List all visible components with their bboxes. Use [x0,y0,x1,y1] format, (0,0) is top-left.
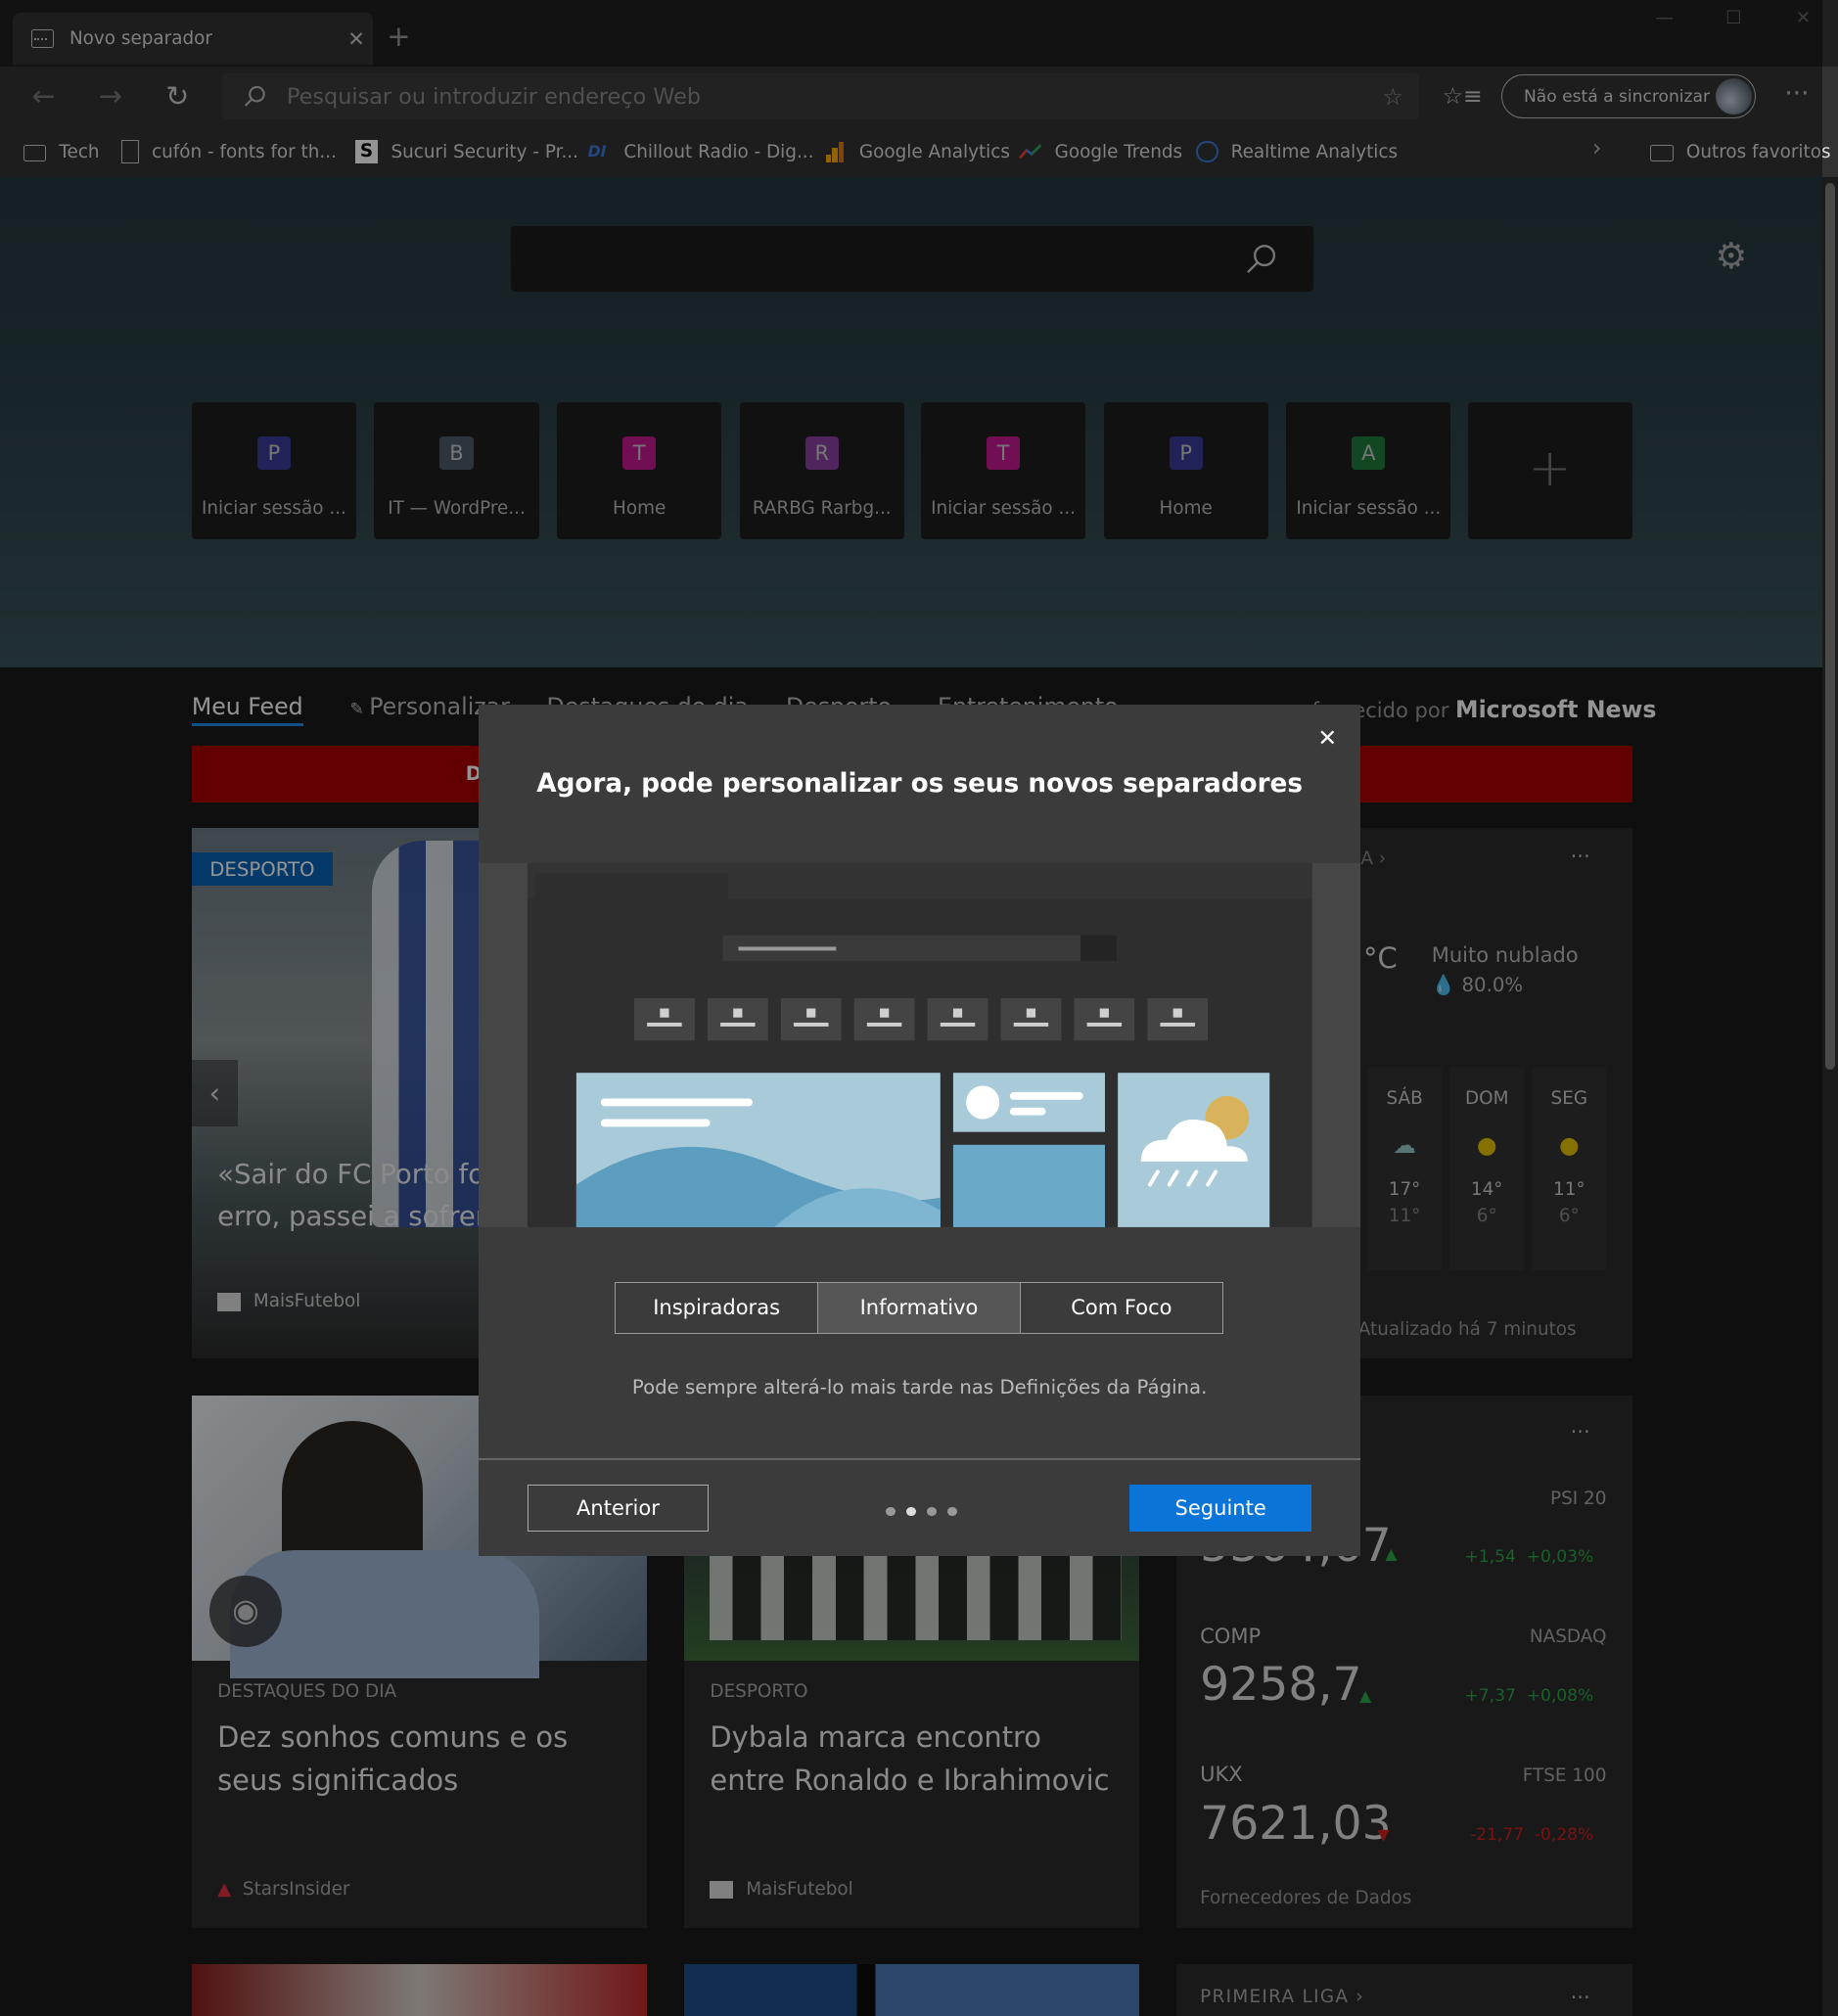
close-icon[interactable]: ✕ [1311,723,1343,755]
divider [478,1458,1361,1460]
personalize-dialog: ✕ Agora, pode personalizar os seus novos… [478,705,1361,1557]
layout-preview-illustration [478,862,1361,1227]
option-inspiradoras[interactable]: Inspiradoras [616,1283,819,1333]
step-indicator [886,1507,957,1517]
scrollbar[interactable] [1822,177,1838,2016]
next-button[interactable]: Seguinte [1128,1484,1312,1533]
step-dot [927,1507,937,1517]
step-dot-active [906,1507,916,1517]
step-dot [886,1507,896,1517]
hint-text: Pode sempre alterá-lo mais tarde nas Def… [631,1376,1208,1399]
scrollbar-thumb[interactable] [1824,182,1836,1071]
layout-selector: Inspiradoras Informativo Com Foco [615,1282,1223,1334]
dialog-title: Agora, pode personalizar os seus novos s… [536,768,1303,799]
previous-button[interactable]: Anterior [527,1484,710,1533]
step-dot [947,1507,957,1517]
option-com-foco[interactable]: Com Foco [1021,1283,1222,1333]
option-informativo[interactable]: Informativo [818,1283,1021,1333]
